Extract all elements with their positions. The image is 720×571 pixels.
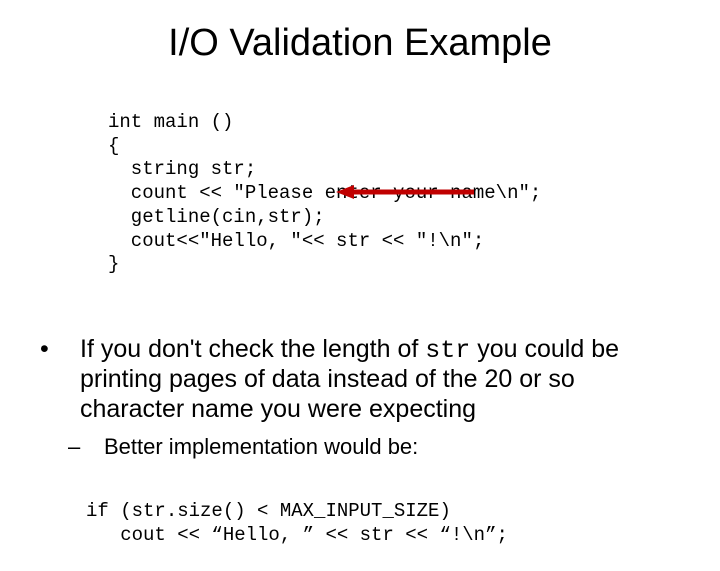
bullet-text: Better implementation would be: [104,434,418,459]
code-line: count << "Please enter your name\n"; [108,182,541,204]
code-line: cout << “Hello, ” << str << “!\n”; [86,524,508,546]
code-line: int main () [108,111,233,133]
bullet-dash-icon: – [86,434,104,460]
bullet-dot-icon: • [60,335,80,365]
code-block-fix: if (str.size() < MAX_INPUT_SIZE) cout <<… [86,476,690,571]
code-line: getline(cin,str); [108,206,325,228]
bullet-item-2: –Better implementation would be: [86,434,680,460]
bullet-item-1: •If you don't check the length of str yo… [60,335,680,425]
slide-title: I/O Validation Example [30,22,690,65]
bullet-list: •If you don't check the length of str yo… [30,335,690,461]
slide: I/O Validation Example int main () { str… [0,0,720,540]
code-line: { [108,135,119,157]
code-line: } [108,253,119,275]
bullet-text: If you don't check the length of [80,335,425,363]
bullet-text-mono: str [425,336,470,365]
code-block-main: int main () { string str; count << "Plea… [108,87,690,325]
code-line: cout<<"Hello, "<< str << "!\n"; [108,230,484,252]
code-line: string str; [108,158,256,180]
code-line: if (str.size() < MAX_INPUT_SIZE) [86,500,451,522]
